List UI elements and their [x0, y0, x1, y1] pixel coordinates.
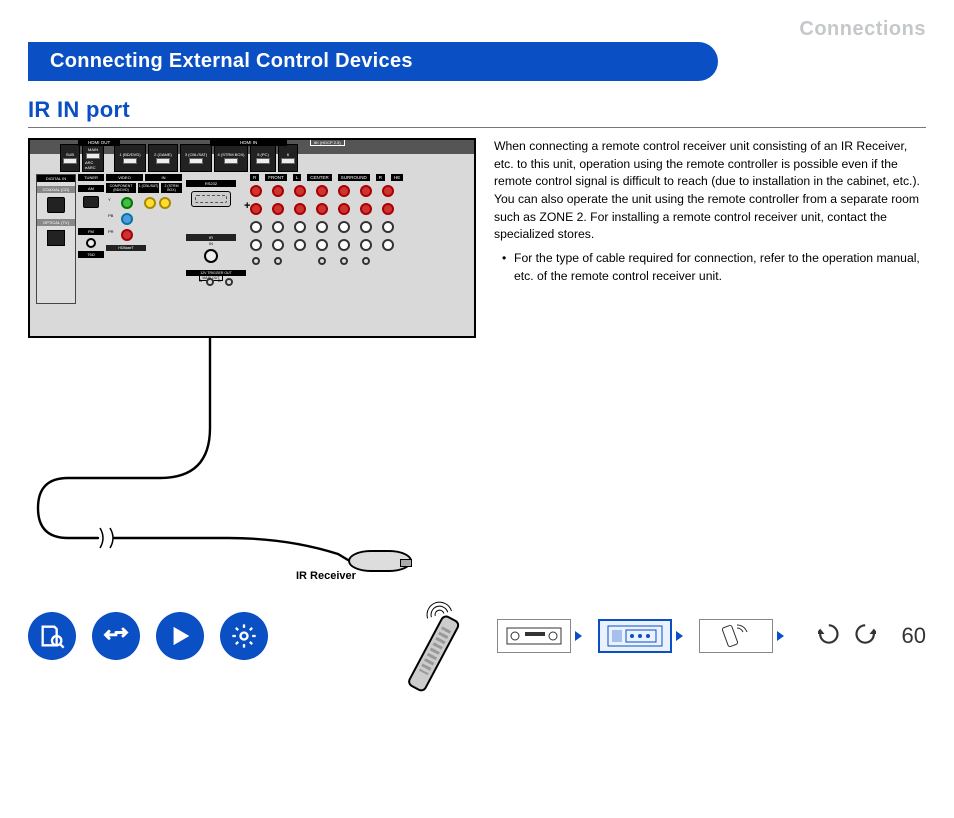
nav-manual-button[interactable]	[28, 612, 76, 660]
chevron-right-icon	[575, 631, 582, 641]
next-page-button[interactable]	[850, 621, 876, 652]
section-title: IR IN port	[28, 97, 926, 123]
hdmi-in-3: 3 (CBL/SAT)	[180, 144, 212, 172]
hdmi-in-5: 5 (PC)	[250, 144, 276, 172]
footer-nav: 60	[0, 608, 954, 664]
nav-play-button[interactable]	[156, 612, 204, 660]
rear-panel-diagram: SUB MAIN ARC eARC 1 (BD/DVD) 2 (GAME) 3 …	[28, 138, 476, 338]
hdmi-out-main: MAIN ARC eARC	[82, 144, 104, 172]
thumb-front-panel[interactable]	[497, 619, 571, 653]
hdmi-spec-label: 8K (HDCP 2.3)	[310, 139, 345, 146]
pager	[818, 621, 876, 652]
trigger-block: 12V TRIGGER OUT A B	[186, 270, 246, 286]
digital-in-block: DIGITAL IN COAXIAL (CD) OPTICAL (TV)	[36, 174, 76, 304]
hdmi-in-6: 6	[278, 144, 298, 172]
page-number: 60	[902, 623, 926, 649]
cable-diagram: IR Receiver	[28, 338, 476, 598]
ir-receiver-label: IR Receiver	[296, 570, 356, 582]
hdmi-out-sub: SUB	[60, 144, 80, 172]
chevron-right-icon	[676, 631, 683, 641]
title-bar: Connecting External Control Devices	[28, 42, 926, 81]
rs232-block: RS232	[186, 180, 236, 230]
body-paragraph: When connecting a remote control receive…	[494, 138, 926, 244]
nav-settings-button[interactable]	[220, 612, 268, 660]
divider	[28, 127, 926, 128]
hdmi-in-2: 2 (GAME)	[148, 144, 178, 172]
page-title: Connecting External Control Devices	[28, 42, 718, 81]
thumb-group-2[interactable]	[598, 619, 683, 653]
chevron-right-icon	[777, 631, 784, 641]
hdmi-in-label: HDMI IN	[210, 139, 287, 146]
hdmi-out-label: HDMI OUT	[78, 139, 120, 146]
breadcrumb: Connections	[799, 18, 926, 41]
thumb-group-1[interactable]	[497, 619, 582, 653]
thumb-remote[interactable]	[699, 619, 773, 653]
hdmi-in-1: 1 (BD/DVD)	[114, 144, 146, 172]
diagram-column: SUB MAIN ARC eARC 1 (BD/DVD) 2 (GAME) 3 …	[28, 138, 476, 598]
thumb-group-3[interactable]	[699, 619, 784, 653]
body-bullet-1: For the type of cable required for conne…	[502, 250, 926, 285]
thumb-rear-panel[interactable]	[598, 619, 672, 653]
ir-receiver-icon	[348, 550, 412, 572]
tuner-block: TUNER AM FM 75Ω	[78, 174, 104, 294]
nav-connections-button[interactable]	[92, 612, 140, 660]
prev-page-button[interactable]	[818, 621, 844, 652]
preout-grid: R FRONT L CENTER SURROUND R HE	[250, 174, 468, 326]
cable-path	[28, 338, 476, 818]
hdmi-in-4: 4 (STRM BOX)	[214, 144, 248, 172]
manual-page: Connections Connecting External Control …	[0, 0, 954, 676]
body-text: When connecting a remote control receive…	[494, 138, 926, 598]
video-block: VIDEO IN COMPONENT (BD/DVD) 1 (CBL/SAT) …	[106, 174, 182, 314]
